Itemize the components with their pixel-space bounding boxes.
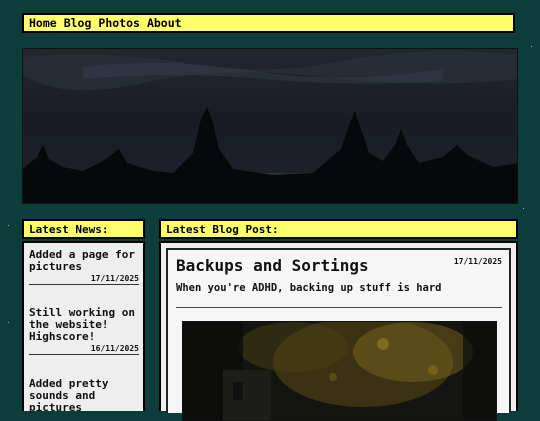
news-item-title: Added pretty sounds and pictures <box>29 377 109 414</box>
news-item-date: 17/11/2025 <box>29 274 139 285</box>
nav-link-home[interactable]: Home <box>29 16 57 30</box>
post-image <box>182 321 497 421</box>
news-item[interactable]: Still working on the website! Highscore!… <box>29 307 139 355</box>
header-banner-image <box>22 48 518 204</box>
star-dot <box>531 46 532 47</box>
divider <box>176 307 502 308</box>
post-date: 17/11/2025 <box>453 257 502 266</box>
latest-blog-post-heading: Latest Blog Post: <box>159 219 518 239</box>
nav-link-photos[interactable]: Photos <box>98 16 140 30</box>
post-subtitle: When you're ADHD, backing up stuff is ha… <box>176 282 442 294</box>
blog-post-card[interactable]: Backups and Sortings 17/11/2025 When you… <box>166 248 511 421</box>
nav-link-blog[interactable]: Blog <box>64 16 92 30</box>
star-dot <box>8 322 9 323</box>
news-item[interactable]: Added a page for pictures 17/11/2025 <box>29 249 139 285</box>
post-title[interactable]: Backups and Sortings <box>176 256 369 275</box>
news-panel: Added a page for pictures 17/11/2025 Sti… <box>22 241 145 414</box>
star-dot <box>523 208 524 209</box>
star-dot <box>8 225 9 226</box>
top-navigation-bar: Home Blog Photos About <box>22 13 515 33</box>
latest-news-heading: Latest News: <box>22 219 145 239</box>
news-item-title: Added a page for pictures <box>29 248 135 273</box>
nav-link-about[interactable]: About <box>147 16 182 30</box>
news-item-title: Still working on the website! Highscore! <box>29 306 135 343</box>
news-item-date: 16/11/2025 <box>29 344 139 355</box>
news-item[interactable]: Added pretty sounds and pictures <box>29 378 139 414</box>
